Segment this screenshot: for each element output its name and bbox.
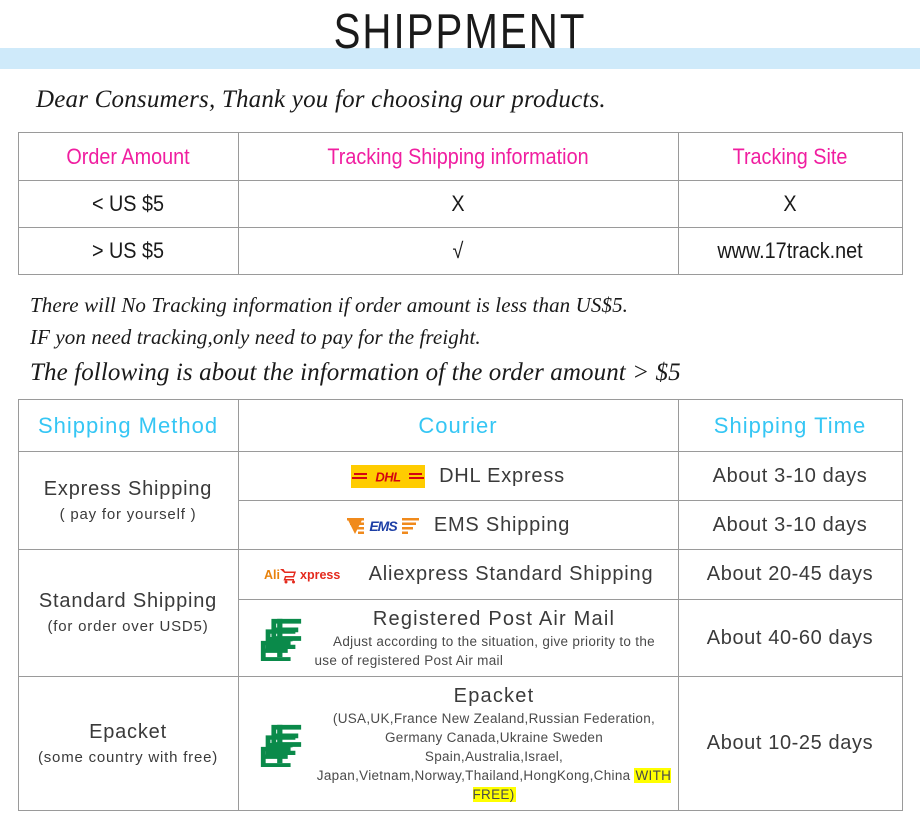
column-header-shipping-method: Shipping Method bbox=[17, 399, 239, 452]
method-name: Standard Shipping bbox=[38, 590, 218, 612]
method-subtitle: ( pay for yourself ) bbox=[59, 505, 197, 523]
column-header-tracking-site: Tracking Site bbox=[688, 132, 892, 181]
page-header: SHIPPMENT bbox=[0, 0, 920, 76]
courier-countries-line-3-text: Japan,Vietnam,Norway,Thailand,HongKong,C… bbox=[316, 768, 635, 783]
column-header-shipping-time: Shipping Time bbox=[677, 399, 903, 452]
tracking-site-over-5: www.17track.net bbox=[688, 227, 892, 275]
china-post-logo bbox=[260, 618, 301, 661]
shipping-methods-table: Shipping Method Courier Shipping Time Ex… bbox=[17, 399, 903, 811]
shipping-time-aliexpress: About 20-45 days bbox=[677, 549, 903, 600]
courier-epacket: Epacket (USA,UK,France New Zealand,Russi… bbox=[237, 676, 679, 811]
tracking-site-under-5: X bbox=[688, 180, 892, 228]
method-epacket: Epacket (some country with free) bbox=[17, 676, 239, 811]
tracking-info-table: Order Amount Tracking Shipping informati… bbox=[18, 132, 903, 275]
courier-name: Registered Post Air Mail bbox=[372, 608, 616, 630]
courier-name: EMS Shipping bbox=[433, 513, 571, 536]
courier-countries-line-2: Germany Canada,Ukraine Sweden Spain,Aust… bbox=[384, 730, 604, 764]
note-line-1: There will No Tracking information if or… bbox=[30, 293, 629, 317]
aliexpress-logo: Ali xpress bbox=[264, 568, 340, 583]
shipping-time-registered-post: About 40-60 days bbox=[677, 599, 903, 677]
svg-text:EMS: EMS bbox=[369, 518, 398, 534]
courier-name: Aliexpress Standard Shipping bbox=[368, 563, 654, 585]
svg-text:xpress: xpress bbox=[300, 568, 340, 582]
table-row: > US $5 √ www.17track.net bbox=[18, 227, 902, 275]
method-express-shipping: Express Shipping ( pay for yourself ) bbox=[17, 451, 239, 550]
courier-name: DHL Express bbox=[439, 464, 565, 487]
table-row: Standard Shipping (for order over USD5) … bbox=[17, 549, 903, 677]
shipping-time-epacket: About 10-25 days bbox=[677, 676, 903, 811]
order-amount-over-5: > US $5 bbox=[28, 227, 228, 275]
courier-aliexpress: Ali xpress Aliexpress Standard Shipping bbox=[237, 549, 679, 600]
ems-logo: EMS bbox=[346, 515, 419, 535]
note-line-2: IF yon need tracking,only need to pay fo… bbox=[30, 325, 481, 349]
notes-block: There will No Tracking information if or… bbox=[0, 275, 920, 393]
table-header-row: Order Amount Tracking Shipping informati… bbox=[18, 132, 902, 181]
page-title: SHIPPMENT bbox=[333, 5, 587, 59]
courier-dhl: DHL DHL Express bbox=[237, 451, 679, 501]
method-name: Express Shipping bbox=[43, 477, 213, 500]
method-subtitle: (some country with free) bbox=[37, 748, 219, 766]
method-name: Epacket bbox=[89, 720, 167, 743]
greeting-text: Dear Consumers, Thank you for choosing o… bbox=[36, 86, 606, 113]
method-standard-shipping: Standard Shipping (for order over USD5) bbox=[17, 549, 239, 677]
table-row: Express Shipping ( pay for yourself ) DH… bbox=[17, 451, 903, 550]
tracking-status-under-5: X bbox=[259, 180, 657, 228]
china-post-logo bbox=[260, 724, 301, 767]
courier-description-line-2: use of registered Post Air mail bbox=[314, 653, 504, 668]
table-row: Epacket (some country with free) Epacket… bbox=[17, 676, 903, 811]
courier-registered-post: Registered Post Air Mail Adjust accordin… bbox=[237, 599, 679, 677]
column-header-courier: Courier bbox=[237, 399, 679, 452]
order-amount-under-5: < US $5 bbox=[28, 180, 228, 228]
svg-text:Ali: Ali bbox=[264, 568, 280, 582]
note-line-3: The following is about the information o… bbox=[30, 359, 681, 386]
table-header-row: Shipping Method Courier Shipping Time bbox=[17, 399, 903, 452]
courier-ems: EMS EMS Shipping bbox=[237, 500, 679, 550]
courier-countries-line-1: (USA,UK,France New Zealand,Russian Feder… bbox=[332, 711, 656, 726]
courier-countries-line-3: Japan,Vietnam,Norway,Thailand,HongKong,C… bbox=[315, 766, 674, 804]
column-header-order-amount: Order Amount bbox=[28, 132, 228, 181]
courier-name: Epacket bbox=[453, 685, 535, 707]
dhl-logo: DHL bbox=[351, 464, 426, 488]
svg-text:DHL: DHL bbox=[375, 469, 401, 484]
column-header-tracking-information: Tracking Shipping information bbox=[259, 132, 657, 181]
shipping-time-ems: About 3-10 days bbox=[677, 500, 903, 550]
courier-description-line-1: Adjust according to the situation, give … bbox=[333, 634, 655, 649]
shipping-time-dhl: About 3-10 days bbox=[677, 451, 903, 501]
method-subtitle: (for order over USD5) bbox=[47, 618, 209, 635]
table-row: < US $5 X X bbox=[18, 180, 902, 228]
tracking-status-over-5: √ bbox=[259, 227, 657, 275]
